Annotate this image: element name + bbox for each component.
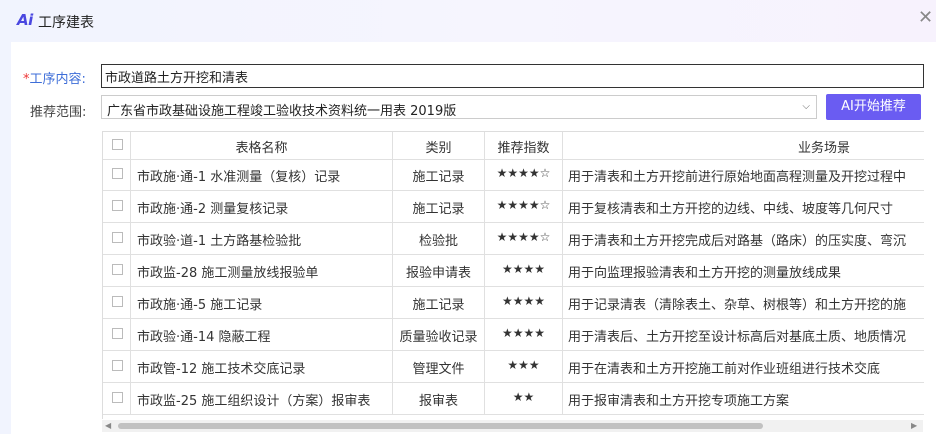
- row-name: 市政施·通-1 水准测量（复核）记录: [137, 170, 341, 185]
- row-score: ★★★★: [501, 326, 546, 340]
- row-checkbox[interactable]: [112, 232, 123, 243]
- table-row[interactable]: 市政监-28 施工测量放线报验单 报验申请表 ★★★★ 用于向监理报验清表和土方…: [103, 254, 924, 287]
- ai-recommend-button[interactable]: AI开始推荐: [826, 94, 921, 120]
- row-name: 市政验·通-14 隐蔽工程: [137, 330, 271, 345]
- row-score: ★★★★☆: [496, 230, 551, 244]
- row-category: 施工记录: [412, 202, 465, 217]
- row-checkbox[interactable]: [112, 168, 123, 179]
- table-row[interactable]: 市政验·道-1 土方路基检验批 检验批 ★★★★☆ 用于清表和土方开挖完成后对路…: [103, 222, 924, 255]
- range-select[interactable]: 广东省市政基础设施工程竣工验收技术资料统一用表 2019版 ⌵: [101, 95, 817, 119]
- content-label: *工序内容:: [23, 72, 86, 87]
- row-score: ★★★: [507, 358, 540, 372]
- row-scenario: 用于报审清表和土方开挖专项施工方案: [568, 394, 790, 409]
- row-checkbox[interactable]: [112, 264, 123, 275]
- row-category: 施工记录: [412, 298, 465, 313]
- row-score: ★★★★: [501, 262, 546, 276]
- row-score: ★★★★: [501, 294, 546, 308]
- row-score: ★★: [512, 390, 535, 404]
- table-row[interactable]: 市政施·通-2 测量复核记录 施工记录 ★★★★☆ 用于复核清表和土方开挖的边线…: [103, 190, 924, 223]
- table-row[interactable]: 市政施·通-5 施工记录 施工记录 ★★★★ 用于记录清表（清除表土、杂草、树根…: [103, 286, 924, 319]
- row-name: 市政监-25 施工组织设计（方案）报审表: [137, 394, 371, 409]
- row-checkbox[interactable]: [112, 296, 123, 307]
- row-name: 市政监-28 施工测量放线报验单: [137, 266, 319, 281]
- window-title: 工序建表: [38, 15, 94, 31]
- row-category: 施工记录: [412, 170, 465, 185]
- row-name: 市政验·道-1 土方路基检验批: [137, 234, 302, 249]
- row-name: 市政施·通-2 测量复核记录: [137, 202, 289, 217]
- header-score: 推荐指数: [485, 132, 563, 159]
- process-content-input[interactable]: [101, 64, 924, 88]
- row-category: 报验申请表: [405, 266, 471, 281]
- row-category: 管理文件: [412, 362, 465, 377]
- scroll-right-icon[interactable]: ▶: [911, 421, 917, 431]
- title-bar: Ai 工序建表 ✕: [0, 0, 936, 42]
- row-checkbox[interactable]: [112, 200, 123, 211]
- select-all-checkbox[interactable]: [112, 139, 123, 150]
- scroll-left-icon[interactable]: ◀: [105, 421, 111, 431]
- header-checkbox-cell: [103, 132, 131, 159]
- range-label: 推荐范围:: [30, 105, 87, 120]
- close-icon[interactable]: ✕: [918, 8, 933, 28]
- row-category: 检验批: [418, 234, 458, 249]
- table-row[interactable]: 市政监-25 施工组织设计（方案）报审表 报审表 ★★ 用于报审清表和土方开挖专…: [103, 382, 924, 415]
- row-scenario: 用于清表后、土方开挖至设计标高后对基底土质、地质情况: [568, 330, 907, 345]
- row-checkbox[interactable]: [112, 392, 123, 403]
- range-select-value: 广东省市政基础设施工程竣工验收技术资料统一用表 2019版: [107, 104, 457, 119]
- row-score: ★★★★☆: [496, 166, 551, 180]
- row-name: 市政管-12 施工技术交底记录: [137, 362, 306, 377]
- table-row[interactable]: 市政验·通-14 隐蔽工程 质量验收记录 ★★★★ 用于清表后、土方开挖至设计标…: [103, 318, 924, 351]
- header-scenario: 业务场景: [798, 141, 851, 156]
- ai-logo-icon: Ai: [17, 11, 33, 29]
- row-scenario: 用于复核清表和土方开挖的边线、中线、坡度等几何尺寸: [568, 202, 894, 217]
- row-scenario: 用于记录清表（清除表土、杂草、树根等）和土方开挖的施: [568, 298, 907, 313]
- table-row[interactable]: 市政施·通-1 水准测量（复核）记录 施工记录 ★★★★☆ 用于清表和土方开挖前…: [103, 158, 924, 191]
- row-category: 报审表: [418, 394, 458, 409]
- row-name: 市政施·通-5 施工记录: [137, 298, 263, 313]
- row-scenario: 用于向监理报验清表和土方开挖的测量放线成果: [568, 266, 842, 281]
- recommend-table: 表格名称 类别 推荐指数 业务场景 市政施·通-1 水准测量（复核）记录 施工记…: [102, 131, 924, 419]
- chevron-down-icon[interactable]: ⌵: [802, 101, 810, 112]
- table-row[interactable]: 市政管-12 施工技术交底记录 管理文件 ★★★ 用于在清表和土方开挖施工前对作…: [103, 350, 924, 383]
- row-score: ★★★★☆: [496, 198, 551, 212]
- row-scenario: 用于清表和土方开挖完成后对路基（路床）的压实度、弯沉: [568, 234, 907, 249]
- row-scenario: 用于清表和土方开挖前进行原始地面高程测量及开挖过程中: [568, 170, 907, 185]
- header-category: 类别: [393, 132, 485, 159]
- header-name: 表格名称: [131, 132, 393, 159]
- row-checkbox[interactable]: [112, 360, 123, 371]
- horizontal-scrollbar[interactable]: ◀ ▶: [102, 420, 923, 432]
- scrollbar-thumb[interactable]: [118, 423, 763, 429]
- row-checkbox[interactable]: [112, 328, 123, 339]
- row-scenario: 用于在清表和土方开挖施工前对作业班组进行技术交底: [568, 362, 881, 377]
- row-category: 质量验收记录: [399, 330, 478, 345]
- table-header: 表格名称 类别 推荐指数 业务场景: [103, 131, 924, 160]
